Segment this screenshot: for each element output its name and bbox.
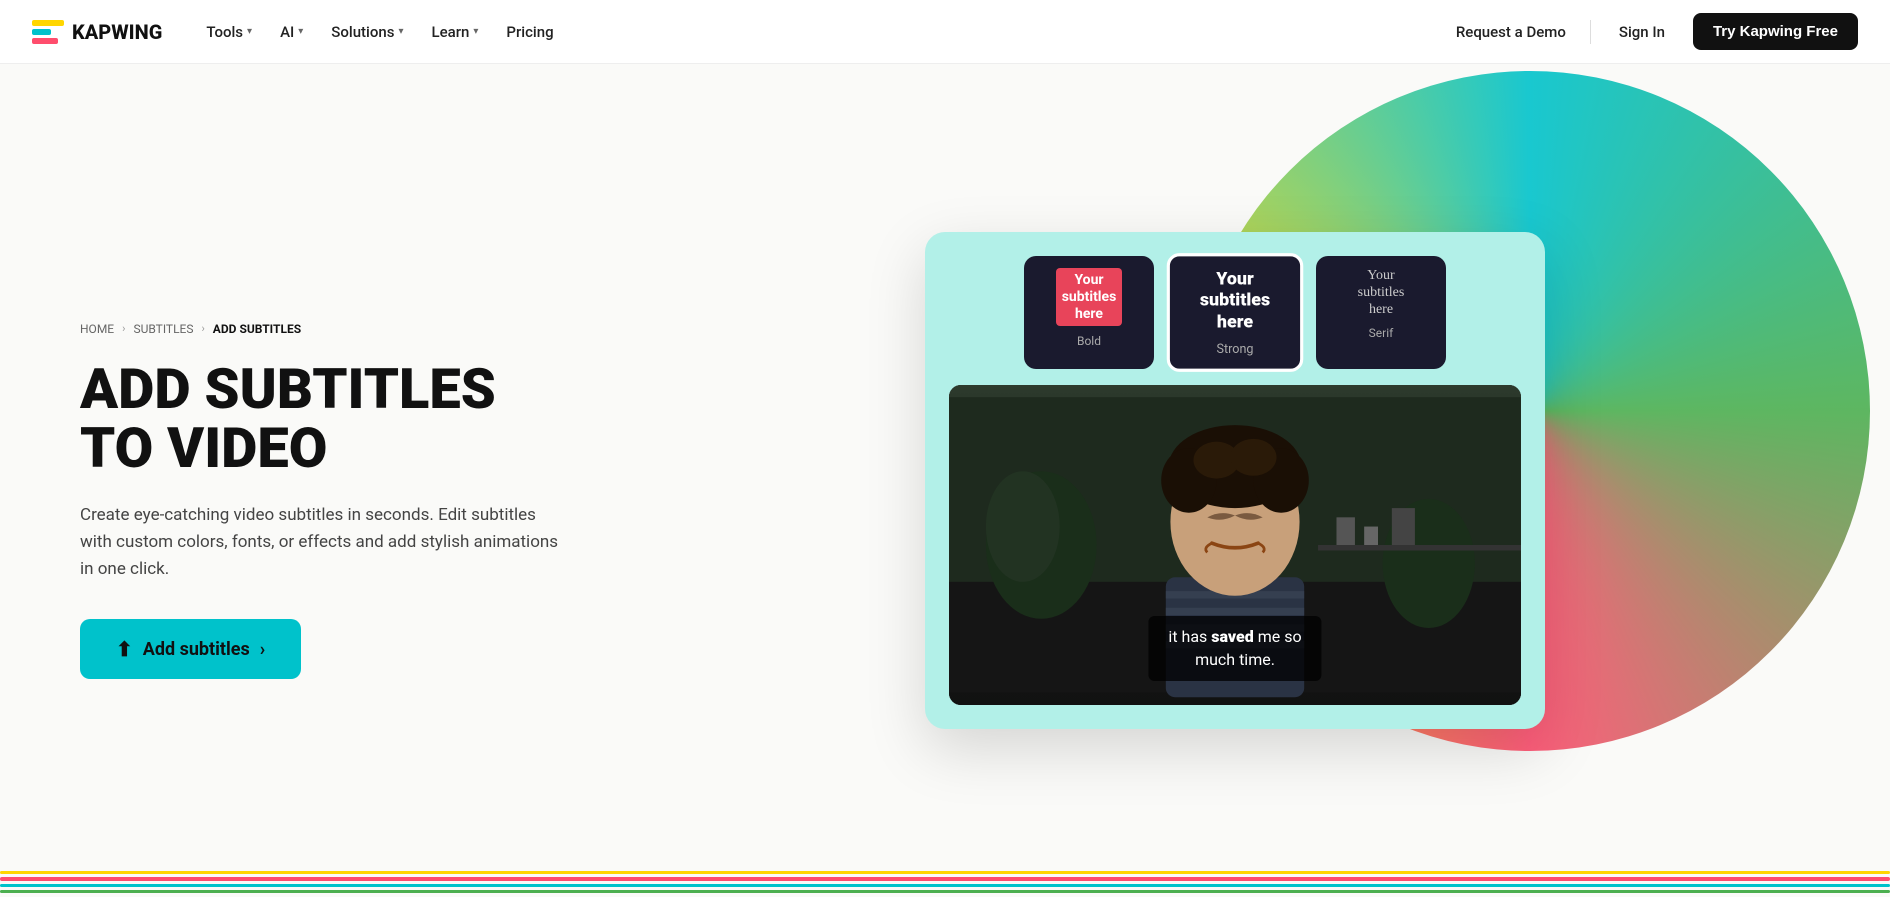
logo-text: KAPWING bbox=[72, 20, 162, 44]
hero-title: ADD SUBTITLES TO VIDEO bbox=[80, 360, 620, 478]
chevron-down-icon: ▾ bbox=[298, 26, 303, 37]
add-subtitles-button[interactable]: ⬆ Add subtitles › bbox=[80, 619, 301, 679]
logo[interactable]: KAPWING bbox=[32, 20, 162, 44]
chevron-down-icon: ▾ bbox=[398, 26, 403, 37]
breadcrumb-home[interactable]: HOME bbox=[80, 322, 114, 336]
nav-learn[interactable]: Learn ▾ bbox=[420, 15, 491, 49]
breadcrumb-current: ADD SUBTITLES bbox=[213, 322, 301, 336]
navbar: KAPWING Tools ▾ AI ▾ Solutions ▾ Learn ▾… bbox=[0, 0, 1890, 64]
breadcrumb-subtitles[interactable]: SUBTITLES bbox=[133, 322, 193, 336]
try-free-button[interactable]: Try Kapwing Free bbox=[1693, 13, 1858, 50]
bottom-lines bbox=[0, 867, 1890, 897]
logo-icon bbox=[32, 20, 64, 44]
preset-bold-subtitle: Yoursubtitleshere bbox=[1036, 268, 1142, 326]
sign-in-button[interactable]: Sign In bbox=[1607, 15, 1677, 49]
style-presets: Yoursubtitleshere Bold Yoursubtitleshere… bbox=[949, 256, 1521, 369]
video-subtitle-overlay: it has saved me so much time. bbox=[1148, 616, 1321, 681]
chevron-down-icon: ▾ bbox=[247, 26, 252, 37]
hero-description: Create eye-catching video subtitles in s… bbox=[80, 502, 560, 584]
preset-strong-subtitle: Yoursubtitleshere bbox=[1183, 269, 1288, 333]
request-demo-link[interactable]: Request a Demo bbox=[1448, 15, 1574, 49]
nav-ai[interactable]: AI ▾ bbox=[268, 15, 315, 49]
preset-strong-label: Strong bbox=[1183, 341, 1288, 356]
breadcrumb: HOME › SUBTITLES › ADD SUBTITLES bbox=[80, 322, 620, 336]
nav-actions: Request a Demo Sign In Try Kapwing Free bbox=[1448, 13, 1858, 50]
hero-visual: Yoursubtitleshere Bold Yoursubtitleshere… bbox=[660, 151, 1810, 811]
video-frame: it has saved me so much time. bbox=[949, 385, 1521, 705]
nav-solutions[interactable]: Solutions ▾ bbox=[319, 15, 415, 49]
line-teal bbox=[0, 884, 1890, 887]
preset-serif[interactable]: Yoursubtitleshere Serif bbox=[1316, 256, 1446, 369]
editor-card: Yoursubtitleshere Bold Yoursubtitleshere… bbox=[925, 232, 1545, 729]
subtitle-text: it has saved me so much time. bbox=[1168, 626, 1301, 671]
main-content: HOME › SUBTITLES › ADD SUBTITLES ADD SUB… bbox=[0, 64, 1890, 897]
line-red bbox=[0, 877, 1890, 880]
nav-divider bbox=[1590, 20, 1591, 44]
nav-pricing[interactable]: Pricing bbox=[494, 15, 565, 49]
preset-serif-label: Serif bbox=[1328, 326, 1434, 340]
nav-tools[interactable]: Tools ▾ bbox=[194, 15, 264, 49]
line-yellow bbox=[0, 871, 1890, 874]
upload-icon: ⬆ bbox=[116, 637, 133, 661]
preset-serif-subtitle: Yoursubtitleshere bbox=[1328, 268, 1434, 318]
nav-menu: Tools ▾ AI ▾ Solutions ▾ Learn ▾ Pricing bbox=[194, 15, 565, 49]
breadcrumb-sep1: › bbox=[122, 322, 125, 335]
line-green bbox=[0, 890, 1890, 893]
video-area: it has saved me so much time. bbox=[949, 385, 1521, 705]
preset-strong[interactable]: Yoursubtitleshere Strong bbox=[1167, 253, 1304, 372]
preset-bold-label: Bold bbox=[1036, 334, 1142, 348]
hero-left: HOME › SUBTITLES › ADD SUBTITLES ADD SUB… bbox=[80, 282, 660, 679]
breadcrumb-sep2: › bbox=[201, 322, 204, 335]
chevron-down-icon: ▾ bbox=[473, 26, 478, 37]
arrow-icon: › bbox=[260, 639, 265, 660]
preset-bold[interactable]: Yoursubtitleshere Bold bbox=[1024, 256, 1154, 369]
